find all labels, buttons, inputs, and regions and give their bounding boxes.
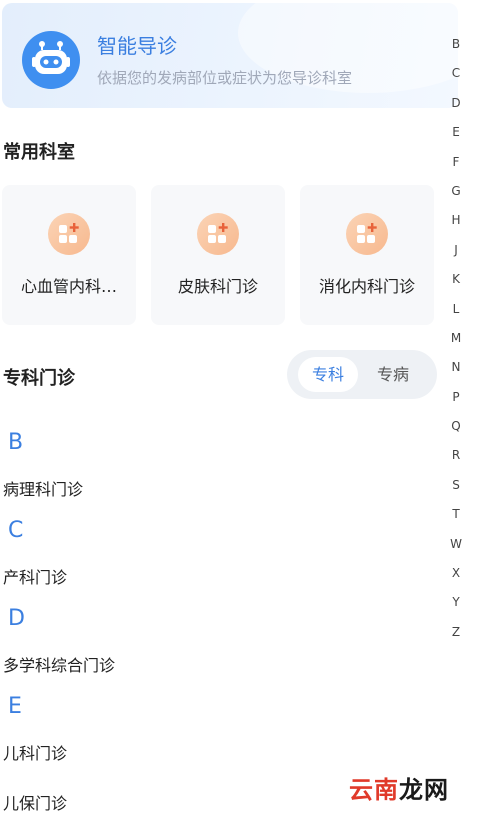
index-letter[interactable]: Q	[449, 416, 463, 445]
index-letter[interactable]: T	[449, 504, 463, 533]
department-icon	[197, 213, 239, 255]
department-card[interactable]: 心血管内科…	[2, 185, 136, 325]
index-letter[interactable]: S	[449, 475, 463, 504]
specialty-toggle: 专科 专病	[287, 350, 437, 399]
department-item[interactable]: 儿科门诊	[3, 740, 67, 764]
index-letter[interactable]: C	[449, 63, 463, 92]
department-item[interactable]: 多学科综合门诊	[3, 652, 115, 676]
tab-specialty[interactable]: 专科	[298, 357, 358, 392]
guide-title: 智能导诊	[97, 34, 177, 58]
index-letter[interactable]: R	[449, 445, 463, 474]
index-letter[interactable]: M	[449, 328, 463, 357]
department-item[interactable]: 病理科门诊	[3, 476, 83, 500]
guide-subtitle: 依据您的发病部位或症状为您导诊科室	[97, 69, 353, 87]
department-item[interactable]: 产科门诊	[3, 564, 67, 588]
watermark-part2: 龙网	[399, 776, 449, 804]
smart-guide-banner[interactable]: 智能导诊 依据您的发病部位或症状为您导诊科室	[2, 3, 458, 108]
watermark: 云南龙网	[349, 770, 449, 805]
group-letter: B	[8, 430, 24, 455]
common-departments-title: 常用科室	[3, 142, 75, 163]
index-letter[interactable]: Y	[449, 592, 463, 621]
index-letter[interactable]: H	[449, 210, 463, 239]
index-letter[interactable]: W	[449, 534, 463, 563]
watermark-part1: 云南	[349, 776, 399, 804]
specialty-title: 专科门诊	[3, 368, 75, 389]
alphabet-index: B C D E F G H J K L M N P Q R S T W X Y …	[449, 34, 463, 651]
index-letter[interactable]: K	[449, 269, 463, 298]
department-label: 消化内科门诊	[318, 277, 415, 296]
department-label: 皮肤科门诊	[177, 277, 258, 296]
department-icon	[346, 213, 388, 255]
index-letter[interactable]: X	[449, 563, 463, 592]
index-letter[interactable]: Z	[449, 622, 463, 651]
department-card[interactable]: 消化内科门诊	[300, 185, 434, 325]
index-letter[interactable]: E	[449, 122, 463, 151]
group-letter: C	[8, 518, 24, 543]
group-letter: D	[8, 606, 25, 631]
tab-disease[interactable]: 专病	[363, 357, 423, 392]
department-label: 心血管内科…	[20, 277, 117, 296]
index-letter[interactable]: F	[449, 152, 463, 181]
robot-icon	[22, 31, 80, 89]
index-letter[interactable]: J	[449, 240, 463, 269]
group-letter: E	[8, 694, 22, 719]
index-letter[interactable]: G	[449, 181, 463, 210]
index-letter[interactable]: L	[449, 299, 463, 328]
index-letter[interactable]: N	[449, 357, 463, 386]
department-icon	[48, 213, 90, 255]
department-item[interactable]: 儿保门诊	[3, 790, 67, 814]
index-letter[interactable]: D	[449, 93, 463, 122]
index-letter[interactable]: P	[449, 387, 463, 416]
department-card[interactable]: 皮肤科门诊	[151, 185, 285, 325]
index-letter[interactable]: B	[449, 34, 463, 63]
